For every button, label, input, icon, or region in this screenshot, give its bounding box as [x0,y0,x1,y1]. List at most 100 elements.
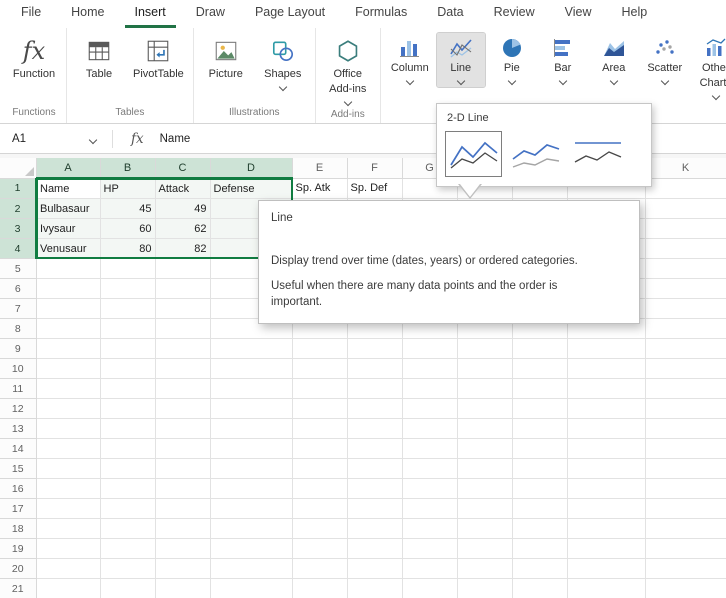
cell-I13[interactable] [512,418,568,439]
cell-J9[interactable] [567,338,646,359]
cell-K9[interactable] [645,338,726,359]
row-header-19[interactable]: 19 [0,538,37,559]
cell-C1[interactable]: Attack [155,178,211,199]
row-header-4[interactable]: 4 [0,238,37,259]
cell-F19[interactable] [347,538,403,559]
cell-J16[interactable] [567,478,646,499]
cell-F16[interactable] [347,478,403,499]
tab-home[interactable]: Home [61,0,114,28]
cell-I15[interactable] [512,458,568,479]
select-all-corner[interactable] [0,158,37,179]
cell-D1[interactable]: Defense [210,178,293,199]
cell-F21[interactable] [347,578,403,598]
cell-D21[interactable] [210,578,293,598]
cell-C4[interactable]: 82 [155,238,211,259]
cell-A10[interactable] [36,358,101,379]
tab-insert[interactable]: Insert [124,0,176,28]
cell-A8[interactable] [36,318,101,339]
cell-G15[interactable] [402,458,458,479]
cell-C16[interactable] [155,478,211,499]
cell-C11[interactable] [155,378,211,399]
cell-H15[interactable] [457,458,513,479]
cell-K6[interactable] [645,278,726,299]
cell-E17[interactable] [292,498,348,519]
cell-G21[interactable] [402,578,458,598]
cell-F20[interactable] [347,558,403,579]
cell-E1[interactable]: Sp. Atk [292,178,348,199]
cell-B18[interactable] [100,518,156,539]
cell-E10[interactable] [292,358,348,379]
shapes-button[interactable]: Shapes [256,33,310,93]
cell-J11[interactable] [567,378,646,399]
cell-C17[interactable] [155,498,211,519]
cell-C10[interactable] [155,358,211,379]
column-chart-button[interactable]: Column [386,33,434,87]
cell-G10[interactable] [402,358,458,379]
cell-D16[interactable] [210,478,293,499]
cell-A6[interactable] [36,278,101,299]
row-header-14[interactable]: 14 [0,438,37,459]
cell-F15[interactable] [347,458,403,479]
line-chart-button[interactable]: Line [435,31,486,89]
cell-E13[interactable] [292,418,348,439]
cell-A11[interactable] [36,378,101,399]
table-button[interactable]: Table [72,33,126,84]
cell-G20[interactable] [402,558,458,579]
cell-D11[interactable] [210,378,293,399]
cell-B8[interactable] [100,318,156,339]
cell-B11[interactable] [100,378,156,399]
row-header-9[interactable]: 9 [0,338,37,359]
cell-F18[interactable] [347,518,403,539]
cell-F14[interactable] [347,438,403,459]
cell-G17[interactable] [402,498,458,519]
cell-H21[interactable] [457,578,513,598]
row-header-12[interactable]: 12 [0,398,37,419]
cell-F12[interactable] [347,398,403,419]
cell-B17[interactable] [100,498,156,519]
row-header-7[interactable]: 7 [0,298,37,319]
cell-K1[interactable] [645,178,726,199]
cell-A19[interactable] [36,538,101,559]
cell-J10[interactable] [567,358,646,379]
cell-G19[interactable] [402,538,458,559]
cell-C8[interactable] [155,318,211,339]
cell-C14[interactable] [155,438,211,459]
formula-fx-icon[interactable]: fx [131,131,144,147]
cell-I14[interactable] [512,438,568,459]
cell-C21[interactable] [155,578,211,598]
row-header-8[interactable]: 8 [0,318,37,339]
cell-K15[interactable] [645,458,726,479]
cell-C9[interactable] [155,338,211,359]
cell-B10[interactable] [100,358,156,379]
cell-C15[interactable] [155,458,211,479]
cell-H12[interactable] [457,398,513,419]
cell-D20[interactable] [210,558,293,579]
row-header-2[interactable]: 2 [0,198,37,219]
cell-E9[interactable] [292,338,348,359]
cell-B1[interactable]: HP [100,178,156,199]
cell-F10[interactable] [347,358,403,379]
cell-D14[interactable] [210,438,293,459]
cell-H13[interactable] [457,418,513,439]
cell-G16[interactable] [402,478,458,499]
cell-K18[interactable] [645,518,726,539]
cell-K20[interactable] [645,558,726,579]
cell-A3[interactable]: Ivysaur [36,218,101,239]
row-header-5[interactable]: 5 [0,258,37,279]
column-header-A[interactable]: A [36,158,101,179]
row-header-18[interactable]: 18 [0,518,37,539]
scatter-chart-button[interactable]: Scatter [641,33,689,87]
cell-A17[interactable] [36,498,101,519]
pie-chart-button[interactable]: Pie [488,33,536,87]
cell-B2[interactable]: 45 [100,198,156,219]
cell-K8[interactable] [645,318,726,339]
cell-A2[interactable]: Bulbasaur [36,198,101,219]
cell-C19[interactable] [155,538,211,559]
cell-K13[interactable] [645,418,726,439]
row-header-1[interactable]: 1 [0,178,37,199]
column-header-K[interactable]: K [645,158,726,179]
cell-G11[interactable] [402,378,458,399]
cell-I18[interactable] [512,518,568,539]
cell-K5[interactable] [645,258,726,279]
other-charts-button[interactable]: Other Charts [692,33,726,102]
